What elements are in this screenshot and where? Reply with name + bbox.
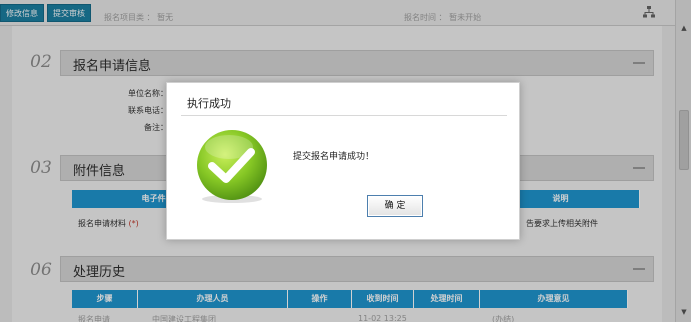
success-checkmark-icon <box>193 127 271 205</box>
dialog-divider <box>181 115 507 116</box>
dialog-message: 提交报名申请成功！ <box>293 152 375 162</box>
dialog-title: 执行成功 <box>187 97 231 110</box>
success-dialog: 执行成功 提交报名申请成功！ 确 定 <box>166 82 520 240</box>
confirm-button[interactable]: 确 定 <box>367 195 423 217</box>
